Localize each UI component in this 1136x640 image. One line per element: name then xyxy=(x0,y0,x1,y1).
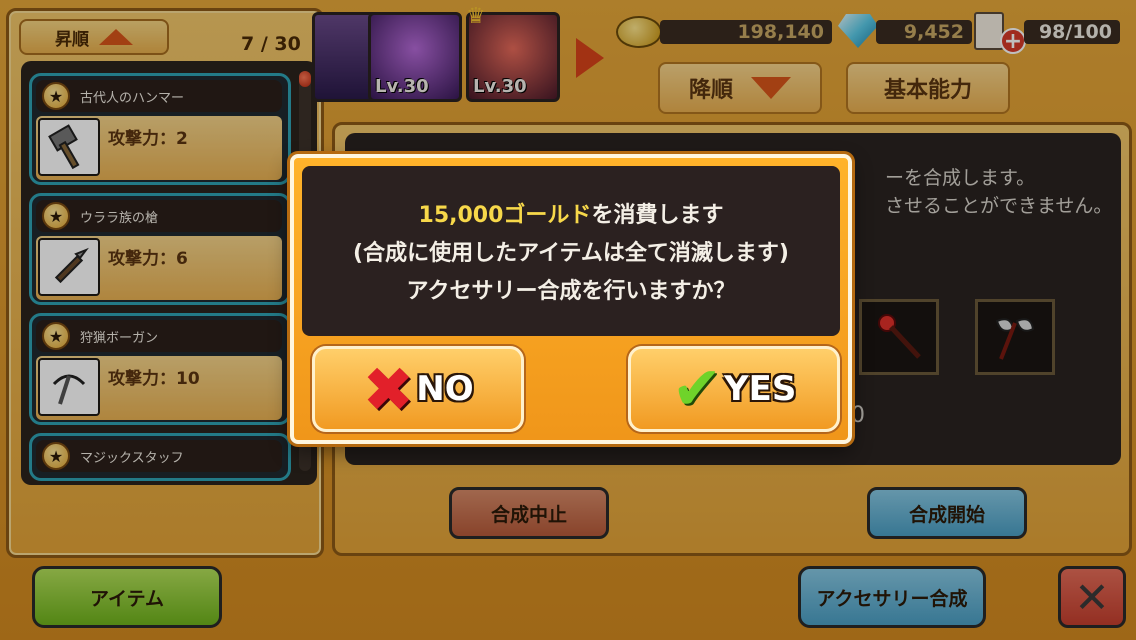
triangle-down-icon xyxy=(751,77,791,99)
item-counter: 7 / 30 xyxy=(241,33,301,55)
star-icon: ★ xyxy=(42,82,70,110)
gem-icon xyxy=(838,14,878,48)
item-body: 攻撃力：2 xyxy=(36,116,282,180)
start-synthesis-label: 合成開始 xyxy=(908,503,985,526)
info-text-line1: ーを合成します。 xyxy=(885,167,1036,189)
cancel-synthesis-button[interactable]: 合成中止 xyxy=(449,487,609,539)
star-icon: ★ xyxy=(42,322,70,350)
crossbow-icon xyxy=(38,358,100,416)
item-list[interactable]: ★ 古代人のハンマー 攻撃力：2 ★ ウララ族の槍 攻撃力：6 ★ 狩猟ボーガン… xyxy=(21,61,317,485)
item-tab-button[interactable]: アイテム xyxy=(32,566,222,628)
sort-descending-button[interactable]: 降順 xyxy=(658,62,822,114)
cancel-synthesis-label: 合成中止 xyxy=(490,503,567,526)
yes-button[interactable]: ✔ YES xyxy=(628,346,840,432)
item-list-panel: 昇順 7 / 30 ★ 古代人のハンマー 攻撃力：2 ★ ウララ族の槍 攻撃力：… xyxy=(6,8,324,558)
star-icon: ★ xyxy=(42,442,70,470)
arrow-right-icon[interactable] xyxy=(576,38,604,78)
start-synthesis-button[interactable]: 合成開始 xyxy=(867,487,1027,539)
character-level: Lv.30 xyxy=(473,76,527,97)
message-line2: (合成に使用したアイテムは全て消滅します) xyxy=(353,241,789,266)
staff-icon[interactable] xyxy=(859,299,939,375)
crown-icon: ♛ xyxy=(466,4,486,29)
accessory-synthesis-button[interactable]: アクセサリー合成 xyxy=(798,566,986,628)
gold-cost: 15,000ゴールド xyxy=(418,203,592,228)
item-attack: 攻撃力：10 xyxy=(108,369,200,389)
sort-descending-label: 降順 xyxy=(688,78,733,103)
dialog-message: 15,000ゴールドを消費します (合成に使用したアイテムは全て消滅します) ア… xyxy=(302,166,840,336)
list-item[interactable]: ★ 古代人のハンマー 攻撃力：2 xyxy=(29,73,291,185)
item-header: ★ 古代人のハンマー xyxy=(36,80,282,112)
x-mark-icon: ✖ xyxy=(362,352,415,426)
item-name: ウララ族の槍 xyxy=(80,210,159,226)
item-header: ★ ウララ族の槍 xyxy=(36,200,282,232)
info-digit: 0 xyxy=(851,403,865,428)
card-capacity: 98/100 xyxy=(1024,20,1120,44)
item-attack: 攻撃力：2 xyxy=(108,129,188,149)
axe-icon[interactable] xyxy=(975,299,1055,375)
scrollbar-knob[interactable] xyxy=(299,71,311,87)
triangle-up-icon xyxy=(99,29,133,45)
item-body: 攻撃力：6 xyxy=(36,236,282,300)
list-item[interactable]: ★ ウララ族の槍 攻撃力：6 xyxy=(29,193,291,305)
confirm-dialog: 15,000ゴールドを消費します (合成に使用したアイテムは全て消滅します) ア… xyxy=(290,154,852,444)
close-icon: ✕ xyxy=(1074,572,1110,622)
sort-ascending-label: 昇順 xyxy=(55,29,89,50)
checkmark-icon: ✔ xyxy=(671,354,722,424)
plus-icon[interactable]: + xyxy=(1000,28,1026,54)
item-body: 攻撃力：10 xyxy=(36,356,282,420)
item-tab-label: アイテム xyxy=(89,587,165,610)
item-header: ★ マジックスタッフ xyxy=(36,440,282,472)
gold-coin-icon xyxy=(616,16,662,48)
game-screen: 昇順 7 / 30 ★ 古代人のハンマー 攻撃力：2 ★ ウララ族の槍 攻撃力：… xyxy=(0,0,1136,640)
yes-label: YES xyxy=(723,369,797,409)
item-name: 古代人のハンマー xyxy=(80,90,185,106)
close-button[interactable]: ✕ xyxy=(1058,566,1126,628)
info-text-line2: させることができません。 xyxy=(885,195,1113,217)
filter-label: 基本能力 xyxy=(883,78,972,103)
message-line1-suffix: を消費します xyxy=(591,203,724,228)
no-button[interactable]: ✖ NO xyxy=(312,346,524,432)
item-attack: 攻撃力：6 xyxy=(108,249,188,269)
item-name: マジックスタッフ xyxy=(80,450,184,466)
item-header: ★ 狩猟ボーガン xyxy=(36,320,282,352)
no-label: NO xyxy=(416,369,474,409)
gold-amount: 198,140 xyxy=(660,20,832,44)
character-portrait[interactable]: Lv.30 xyxy=(368,12,462,102)
character-level: Lv.30 xyxy=(375,76,429,97)
hammer-icon xyxy=(38,118,100,176)
spear-icon xyxy=(38,238,100,296)
message-line1: 15,000ゴールドを消費します xyxy=(419,197,724,229)
accessory-synthesis-label: アクセサリー合成 xyxy=(816,587,968,610)
item-name: 狩猟ボーガン xyxy=(80,330,159,346)
filter-button[interactable]: 基本能力 xyxy=(846,62,1010,114)
sort-ascending-button[interactable]: 昇順 xyxy=(19,19,169,55)
message-line3: アクセサリー合成を行いますか？ xyxy=(406,279,736,304)
gem-amount: 9,452 xyxy=(876,20,972,44)
list-item[interactable]: ★ 狩猟ボーガン 攻撃力：10 xyxy=(29,313,291,425)
list-item[interactable]: ★ マジックスタッフ xyxy=(29,433,291,481)
star-icon: ★ xyxy=(42,202,70,230)
